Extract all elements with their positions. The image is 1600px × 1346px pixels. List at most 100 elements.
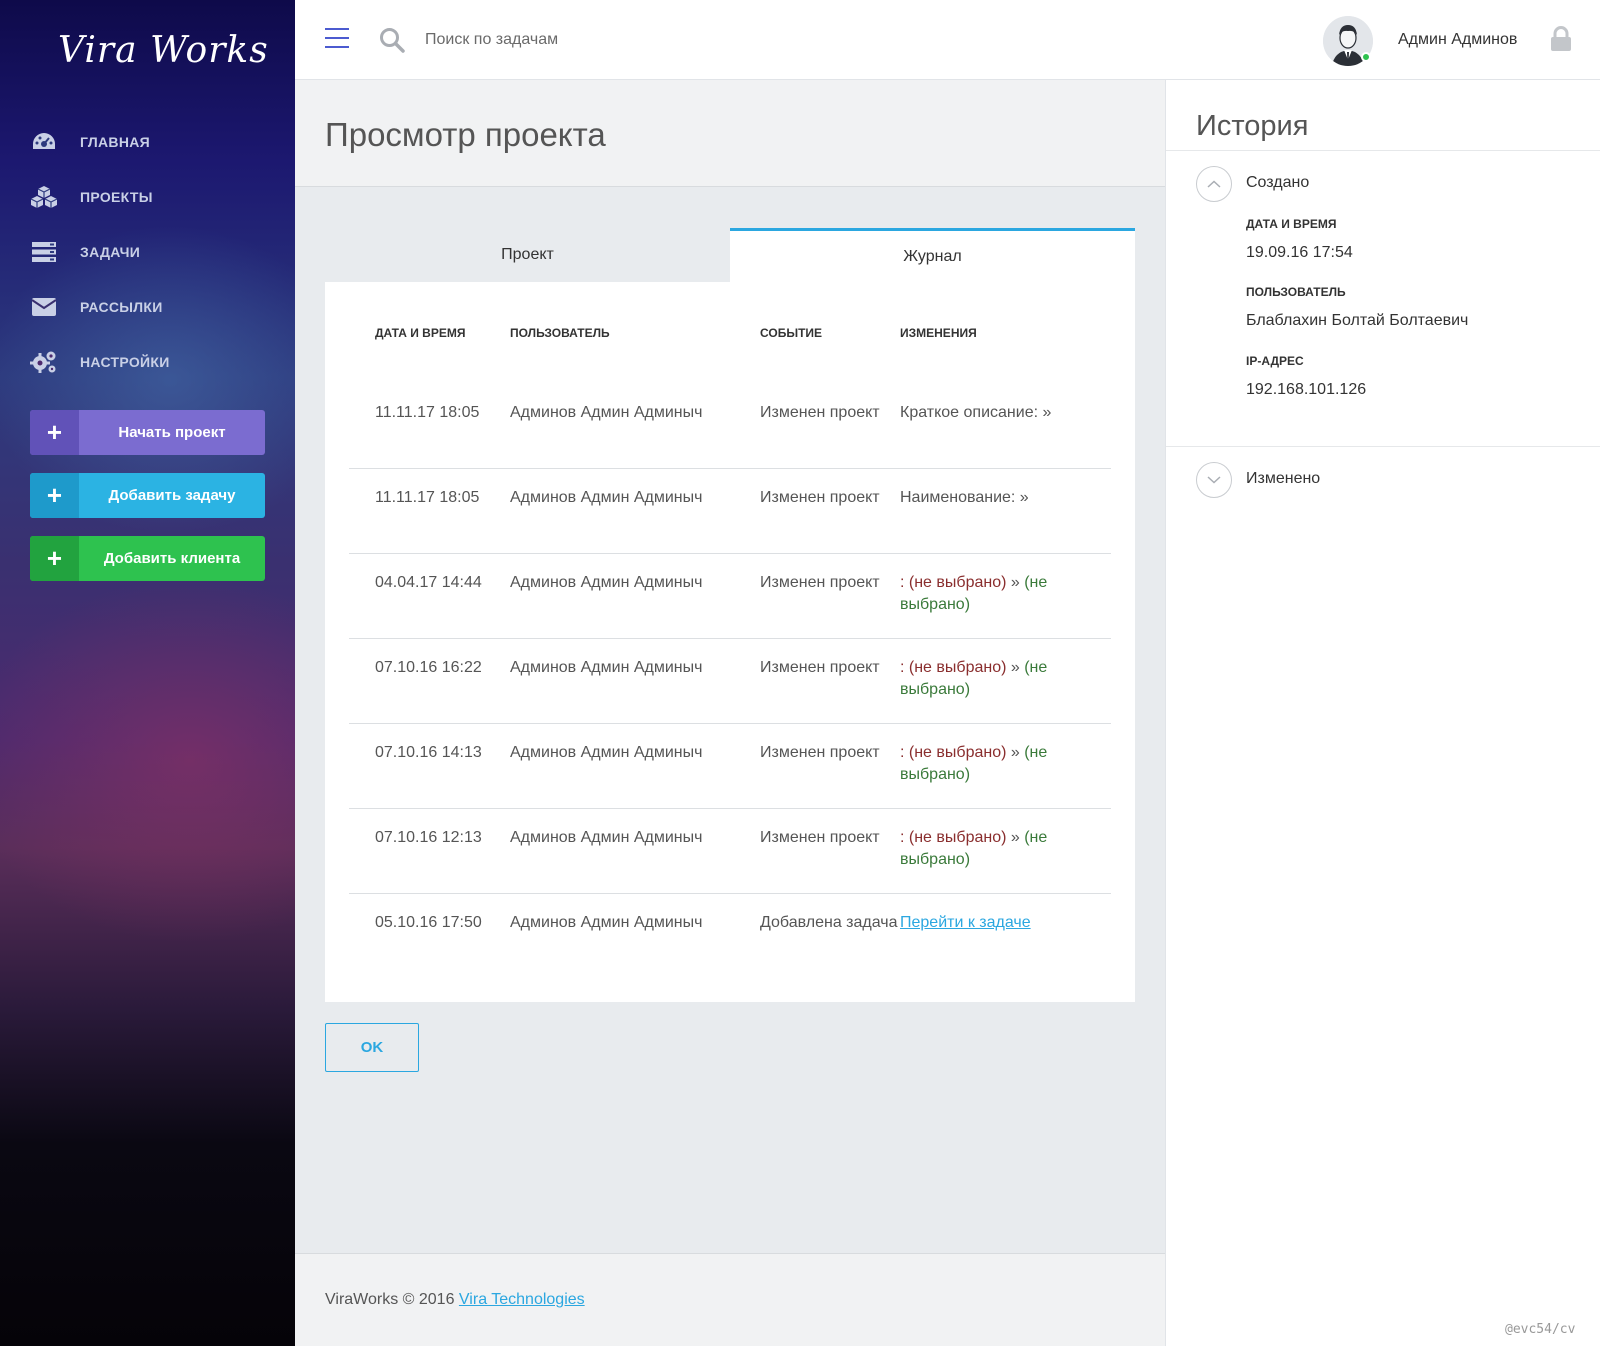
expand-changed-button[interactable] [1196,462,1232,498]
table-row: 11.11.17 18:05 Админов Админ Админыч Изм… [349,384,1111,469]
change-prefix: : [900,659,909,676]
row-change: : (не выбрано) » (не выбрано) [900,827,1111,893]
header-changes: ИЗМЕНЕНИЯ [900,326,977,340]
table-row: 05.10.16 17:50 Админов Админ Админыч Доб… [349,894,1111,979]
sidebar-item-label: ЗАДАЧИ [80,243,141,260]
row-change: Перейти к задаче [900,912,1111,979]
table-row: 11.11.17 18:05 Админов Админ Админыч Изм… [349,469,1111,554]
sidebar-item-tasks[interactable]: ЗАДАЧИ [30,224,270,279]
history-panel: История Создано ДАТА И ВРЕМЯ 19.09.16 17… [1165,80,1600,1346]
add-client-button[interactable]: + Добавить клиента [30,536,265,581]
row-date: 07.10.16 14:13 [375,744,482,761]
row-user: Админов Админ Админыч [510,829,703,846]
sidebar-nav: ГЛАВНАЯ ПРОЕКТЫ ЗАДАЧИ РАССЫЛКИ НАСТРОЙК… [30,114,270,389]
row-change: Краткое описание: » [900,404,1052,421]
table-header: ДАТА И ВРЕМЯ ПОЛЬЗОВАТЕЛЬ СОБЫТИЕ ИЗМЕНЕ… [349,282,1111,384]
change-separator: » [1006,829,1025,846]
change-old-value: (не выбрано) [908,574,1007,591]
sidebar-item-label: НАСТРОЙКИ [80,353,170,370]
tab-project[interactable]: Проект [325,228,730,282]
plus-icon: + [30,536,79,581]
page-header: Просмотр проекта [295,80,1165,187]
history-title: История [1196,110,1309,142]
table-row: 07.10.16 12:13 Админов Админ Админыч Изм… [349,809,1111,894]
row-event: Изменен проект [760,829,880,846]
change-prefix: : [900,744,909,761]
change-old-value: (не выбрано) [908,659,1007,676]
row-event: Изменен проект [760,744,880,761]
top-bar: Админ Админов [295,0,1600,80]
row-user: Админов Админ Админыч [510,404,703,421]
change-prefix: : [900,829,909,846]
row-event: Добавлена задача [760,914,898,931]
sidebar-item-settings[interactable]: НАСТРОЙКИ [30,334,270,389]
row-event: Изменен проект [760,574,880,591]
add-task-button[interactable]: + Добавить задачу [30,473,265,518]
header-user: ПОЛЬЗОВАТЕЛЬ [510,326,610,340]
lock-icon[interactable] [1550,26,1572,57]
row-date: 05.10.16 17:50 [375,914,482,931]
row-change: : (не выбрано) » (не выбрано) [900,572,1111,638]
change-prefix: : [900,574,909,591]
search-icon[interactable] [379,27,405,58]
sidebar: Vira Works ГЛАВНАЯ ПРОЕКТЫ ЗАДАЧИ РАССЫЛ… [0,0,295,1346]
tab-bar: Проект Журнал [325,228,1135,282]
tasks-icon [30,238,58,266]
sidebar-item-home[interactable]: ГЛАВНАЯ [30,114,270,169]
envelope-icon [30,293,58,321]
change-separator: » [1006,659,1025,676]
row-event: Изменен проект [760,659,880,676]
change-old-value: (не выбрано) [908,829,1007,846]
change-separator: » [1006,574,1025,591]
chevron-up-icon [1207,175,1221,193]
copyright-text: ViraWorks © 2016 [325,1291,459,1308]
row-change: : (не выбрано) » (не выбрано) [900,742,1111,808]
ok-button[interactable]: OK [325,1023,419,1072]
history-user-label: ПОЛЬЗОВАТЕЛЬ [1246,285,1346,299]
row-user: Админов Админ Админыч [510,489,703,506]
row-date: 04.04.17 14:44 [375,574,482,591]
change-separator: » [1006,744,1025,761]
page-title: Просмотр проекта [325,116,606,153]
history-changed-heading[interactable]: Изменено [1246,470,1320,488]
tab-journal[interactable]: Журнал [730,228,1135,282]
history-user-value: Блаблахин Болтай Болтаевич [1246,312,1469,329]
online-status-dot [1361,52,1371,62]
sidebar-item-projects[interactable]: ПРОЕКТЫ [30,169,270,224]
history-ip-value: 192.168.101.126 [1246,381,1367,398]
app-logo[interactable]: Vira Works [58,30,269,71]
header-event: СОБЫТИЕ [760,326,823,340]
search-input[interactable] [425,26,775,54]
gears-icon [30,348,58,376]
watermark: @evc54/cv [1505,1322,1576,1337]
go-to-task-link[interactable]: Перейти к задаче [900,914,1031,931]
history-created-heading[interactable]: Создано [1246,174,1309,192]
footer: ViraWorks © 2016 Vira Technologies [295,1253,1165,1346]
collapse-created-button[interactable] [1196,166,1232,202]
table-row: 07.10.16 16:22 Админов Админ Админыч Изм… [349,639,1111,724]
history-date-label: ДАТА И ВРЕМЯ [1246,217,1337,231]
sidebar-item-label: ПРОЕКТЫ [80,188,153,205]
plus-icon: + [30,473,79,518]
row-user: Админов Админ Админыч [510,914,703,931]
user-name[interactable]: Админ Админов [1398,31,1517,49]
start-project-label: Начать проект [118,424,226,441]
journal-panel: ДАТА И ВРЕМЯ ПОЛЬЗОВАТЕЛЬ СОБЫТИЕ ИЗМЕНЕ… [325,282,1135,1002]
plus-icon: + [30,410,79,455]
journal-table: ДАТА И ВРЕМЯ ПОЛЬЗОВАТЕЛЬ СОБЫТИЕ ИЗМЕНЕ… [349,282,1111,979]
company-link[interactable]: Vira Technologies [459,1291,585,1308]
row-user: Админов Админ Админыч [510,574,703,591]
sidebar-item-label: РАССЫЛКИ [80,298,163,315]
start-project-button[interactable]: + Начать проект [30,410,265,455]
sidebar-item-label: ГЛАВНАЯ [80,133,151,150]
chevron-down-icon [1207,471,1221,489]
row-user: Админов Админ Админыч [510,744,703,761]
sidebar-item-mailings[interactable]: РАССЫЛКИ [30,279,270,334]
footer-text: ViraWorks © 2016 Vira Technologies [325,1291,585,1309]
dashboard-icon [30,128,58,156]
table-row: 07.10.16 14:13 Админов Админ Админыч Изм… [349,724,1111,809]
menu-icon[interactable] [325,28,349,55]
row-date: 07.10.16 16:22 [375,659,482,676]
row-user: Админов Админ Админыч [510,659,703,676]
row-event: Изменен проект [760,489,880,506]
